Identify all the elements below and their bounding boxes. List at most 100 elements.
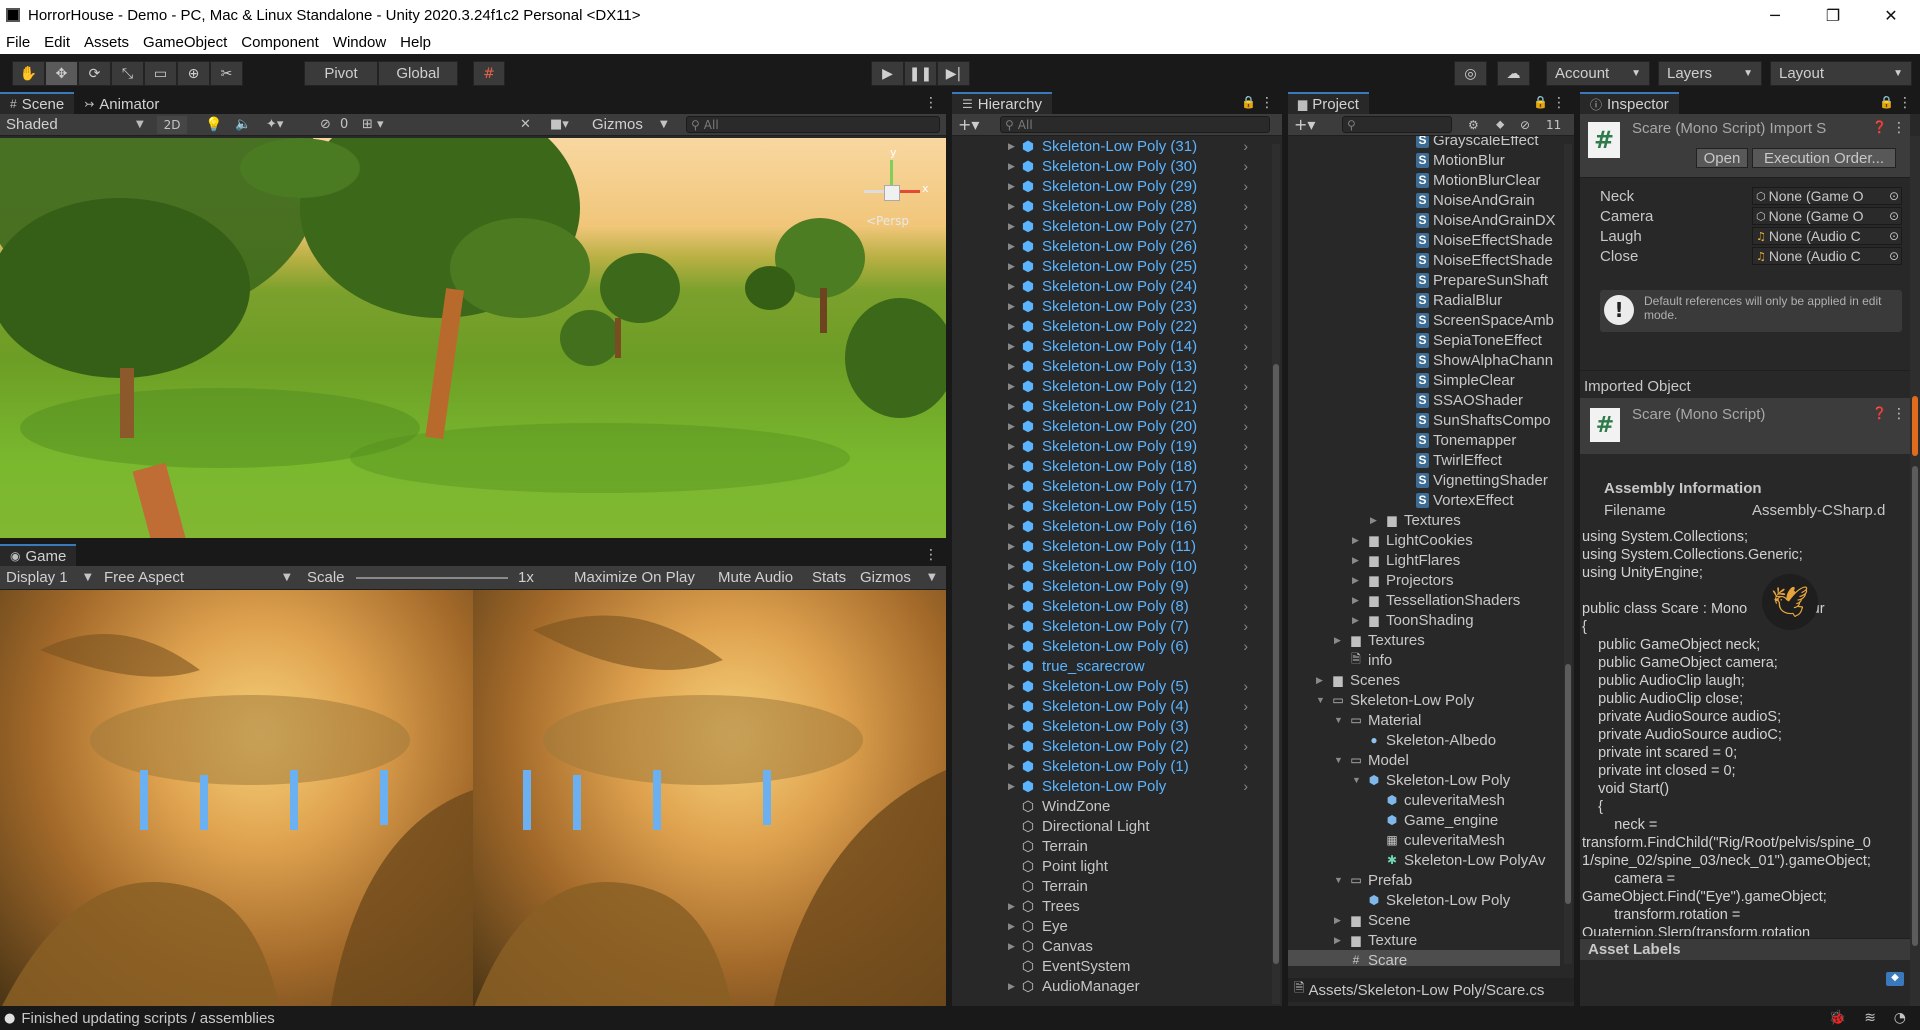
open-prefab-arrow-icon[interactable]: › xyxy=(1243,418,1248,434)
project-item[interactable]: S SSAOShader xyxy=(1288,390,1560,410)
expand-arrow-icon[interactable]: ▶ xyxy=(1008,321,1020,332)
object-picker-icon[interactable]: ⊙ xyxy=(1889,189,1899,203)
expand-arrow-icon[interactable]: ▶ xyxy=(1008,201,1020,212)
hierarchy-item[interactable]: ▶ ⬢ Skeleton-Low Poly (3) › xyxy=(952,716,1268,736)
project-item[interactable]: S Tonemapper xyxy=(1288,430,1560,450)
hierarchy-item[interactable]: ▶ ⬢ Skeleton-Low Poly (26) › xyxy=(952,236,1268,256)
project-item[interactable]: S PrepareSunShaft xyxy=(1288,270,1560,290)
hierarchy-item[interactable]: ▶ ⬢ true_scarecrow xyxy=(952,656,1268,676)
execution-order-button[interactable]: Execution Order... xyxy=(1752,148,1896,168)
expand-arrow-icon[interactable]: ▶ xyxy=(1370,515,1384,526)
display-dropdown[interactable]: Display 1 xyxy=(6,569,68,586)
pause-button[interactable]: ❚❚ xyxy=(904,61,937,86)
close-button[interactable]: ✕ xyxy=(1862,0,1920,30)
hierarchy-item[interactable]: ⬡ Terrain xyxy=(952,876,1268,896)
grid-toggle-icon[interactable]: ⊞ ▾ xyxy=(362,117,384,132)
hierarchy-item[interactable]: ⬡ Directional Light xyxy=(952,816,1268,836)
lock-icon[interactable]: 🔒 xyxy=(1533,95,1548,109)
open-prefab-arrow-icon[interactable]: › xyxy=(1243,738,1248,754)
expand-arrow-icon[interactable]: ▶ xyxy=(1008,721,1020,732)
create-add-icon[interactable]: +▾ xyxy=(958,115,979,134)
expand-arrow-icon[interactable]: ▶ xyxy=(1008,641,1020,652)
scene-search-input[interactable]: ⚲ All xyxy=(686,116,940,133)
project-item[interactable]: ▶ ▆ LightFlares xyxy=(1288,550,1560,570)
hierarchy-item[interactable]: ▶ ⬢ Skeleton-Low Poly (14) › xyxy=(952,336,1268,356)
expand-arrow-icon[interactable]: ▶ xyxy=(1008,681,1020,692)
menu-help[interactable]: Help xyxy=(400,34,431,51)
project-item[interactable]: # Scare xyxy=(1288,950,1560,966)
hierarchy-item[interactable]: ▶ ⬢ Skeleton-Low Poly (5) › xyxy=(952,676,1268,696)
layout-dropdown[interactable]: Layout ▼ xyxy=(1770,61,1912,86)
hierarchy-item[interactable]: ▶ ⬢ Skeleton-Low Poly (21) › xyxy=(952,396,1268,416)
expand-arrow-icon[interactable]: ▶ xyxy=(1008,261,1020,272)
hierarchy-item[interactable]: ▶ ⬢ Skeleton-Low Poly (23) › xyxy=(952,296,1268,316)
hierarchy-item[interactable]: ▶ ⬢ Skeleton-Low Poly › xyxy=(952,776,1268,796)
scale-slider[interactable] xyxy=(356,577,508,579)
expand-arrow-icon[interactable]: ▶ xyxy=(1008,401,1020,412)
open-prefab-arrow-icon[interactable]: › xyxy=(1243,778,1248,794)
asset-label-tag-icon[interactable]: ◆ xyxy=(1886,972,1904,986)
project-item[interactable]: ▶ ▆ TessellationShaders xyxy=(1288,590,1560,610)
hierarchy-item[interactable]: ▶ ⬢ Skeleton-Low Poly (28) › xyxy=(952,196,1268,216)
expand-arrow-icon[interactable]: ▶ xyxy=(1316,675,1330,686)
account-dropdown[interactable]: Account ▼ xyxy=(1546,61,1650,86)
object-field[interactable]: ⬡ None (Game O ⊙ xyxy=(1752,207,1902,225)
hierarchy-item[interactable]: ▶ ⬢ Skeleton-Low Poly (7) › xyxy=(952,616,1268,636)
panel-menu-icon[interactable]: ⋮ xyxy=(1552,95,1566,111)
expand-arrow-icon[interactable]: ▶ xyxy=(1008,421,1020,432)
stats-toggle[interactable]: Stats xyxy=(812,569,846,586)
expand-arrow-icon[interactable]: ▶ xyxy=(1352,535,1366,546)
maximize-on-play-toggle[interactable]: Maximize On Play xyxy=(574,569,695,586)
project-item[interactable]: S VignettingShader xyxy=(1288,470,1560,490)
bug-icon[interactable]: 🐞 xyxy=(1829,1010,1846,1026)
expand-arrow-icon[interactable]: ▶ xyxy=(1008,141,1020,152)
open-prefab-arrow-icon[interactable]: › xyxy=(1243,678,1248,694)
expand-arrow-icon[interactable]: ▶ xyxy=(1008,621,1020,632)
project-item[interactable]: S VortexEffect xyxy=(1288,490,1560,510)
project-item[interactable]: ▶ ▆ Textures xyxy=(1288,630,1560,650)
open-prefab-arrow-icon[interactable]: › xyxy=(1243,618,1248,634)
project-item[interactable]: ✱ Skeleton-Low PolyAv xyxy=(1288,850,1560,870)
hierarchy-item[interactable]: ▶ ⬢ Skeleton-Low Poly (4) › xyxy=(952,696,1268,716)
play-button[interactable]: ▶ xyxy=(871,61,904,86)
project-item[interactable]: ▼ ⬢ Skeleton-Low Poly xyxy=(1288,770,1560,790)
project-item[interactable]: ● Skeleton-Albedo xyxy=(1288,730,1560,750)
open-prefab-arrow-icon[interactable]: › xyxy=(1243,178,1248,194)
hierarchy-search-input[interactable]: ⚲ All xyxy=(1000,116,1270,133)
menu-component[interactable]: Component xyxy=(241,34,319,51)
open-prefab-arrow-icon[interactable]: › xyxy=(1243,458,1248,474)
hierarchy-item[interactable]: ▶ ⬢ Skeleton-Low Poly (13) › xyxy=(952,356,1268,376)
inspector-scrollbar[interactable] xyxy=(1910,136,1920,1006)
game-viewport[interactable] xyxy=(0,590,946,1006)
project-item[interactable]: ▶ ▆ Scenes xyxy=(1288,670,1560,690)
hidden-objects-icon[interactable]: ⊘ xyxy=(320,117,331,132)
open-prefab-arrow-icon[interactable]: › xyxy=(1243,718,1248,734)
project-scrollbar[interactable] xyxy=(1564,144,1572,964)
project-item[interactable]: ▼ ▭ Material xyxy=(1288,710,1560,730)
project-item[interactable]: ⬢ culeveritaMesh xyxy=(1288,790,1560,810)
expand-arrow-icon[interactable]: ▼ xyxy=(1352,775,1366,785)
project-item[interactable]: ▼ ▭ Skeleton-Low Poly xyxy=(1288,690,1560,710)
project-item[interactable]: ▶ ▆ Textures xyxy=(1288,510,1560,530)
expand-arrow-icon[interactable]: ▼ xyxy=(1334,875,1348,885)
open-prefab-arrow-icon[interactable]: › xyxy=(1243,318,1248,334)
hidden-packages-icon[interactable]: ⊘ xyxy=(1520,118,1530,132)
lock-icon[interactable]: 🔒 xyxy=(1879,95,1894,109)
expand-arrow-icon[interactable]: ▶ xyxy=(1008,941,1020,952)
object-picker-icon[interactable]: ⊙ xyxy=(1889,229,1899,243)
object-picker-icon[interactable]: ⊙ xyxy=(1889,249,1899,263)
expand-arrow-icon[interactable]: ▶ xyxy=(1334,635,1348,646)
hierarchy-item[interactable]: ▶ ⬢ Skeleton-Low Poly (30) › xyxy=(952,156,1268,176)
open-prefab-arrow-icon[interactable]: › xyxy=(1243,638,1248,654)
expand-arrow-icon[interactable]: ▼ xyxy=(1316,695,1330,705)
open-prefab-arrow-icon[interactable]: › xyxy=(1243,338,1248,354)
panel-menu-icon[interactable]: ⋮ xyxy=(924,547,938,563)
collab-icon[interactable]: ◎ xyxy=(1454,61,1487,86)
hierarchy-item[interactable]: ▶ ⬢ Skeleton-Low Poly (10) › xyxy=(952,556,1268,576)
open-prefab-arrow-icon[interactable]: › xyxy=(1243,438,1248,454)
hierarchy-item[interactable]: ▶ ⬢ Skeleton-Low Poly (2) › xyxy=(952,736,1268,756)
open-prefab-arrow-icon[interactable]: › xyxy=(1243,698,1248,714)
hierarchy-item[interactable]: ▶ ⬢ Skeleton-Low Poly (31) › xyxy=(952,136,1268,156)
hand-tool-icon[interactable]: ✋ xyxy=(12,61,45,86)
expand-arrow-icon[interactable]: ▶ xyxy=(1008,241,1020,252)
